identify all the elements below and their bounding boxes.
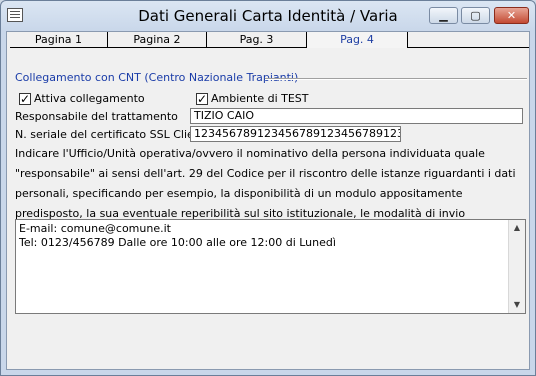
responsabile-label: Responsabile del trattamento <box>15 110 178 123</box>
checkmark-icon: ✓ <box>20 92 31 106</box>
main-window: Dati Generali Carta Identità / Varia ▁ ▢… <box>0 0 536 376</box>
minimize-button[interactable]: ▁ <box>429 7 458 24</box>
memo-line-email: E-mail: comune@comune.it <box>19 222 171 235</box>
attiva-collegamento-label: Attiva collegamento <box>34 92 145 105</box>
seriale-label: N. seriale del certificato SSL Client <box>15 128 206 141</box>
group-divider-highlight <box>265 79 527 80</box>
scroll-up-icon[interactable]: ▲ <box>509 220 525 236</box>
close-button[interactable]: ✕ <box>494 7 529 24</box>
group-title: Collegamento con CNT (Centro Nazionale T… <box>15 71 299 84</box>
seriale-input[interactable]: 1234567891234567891234567891234567891234… <box>190 126 401 142</box>
scroll-down-icon[interactable]: ▼ <box>509 297 525 313</box>
memo-line-phone: Tel: 0123/456789 Dalle ore 10:00 alle or… <box>19 236 336 249</box>
ambiente-test-label: Ambiente di TEST <box>211 92 309 105</box>
form-client-area: Pagina 1 Pagina 2 Pag. 3 Pag. 4 Collegam… <box>6 31 530 370</box>
tab-pagina-1[interactable]: Pagina 1 <box>10 32 108 48</box>
tab-pagina-2[interactable]: Pagina 2 <box>108 32 207 48</box>
tab-strip: Pagina 1 Pagina 2 Pag. 3 Pag. 4 <box>7 32 529 48</box>
maximize-icon: ▢ <box>470 9 481 22</box>
tab-pag-4[interactable]: Pag. 4 <box>307 32 408 48</box>
ambiente-test-checkbox[interactable]: ✓ <box>196 93 208 105</box>
responsabile-input[interactable]: TIZIO CAIO <box>190 108 523 124</box>
memo-content: E-mail: comune@comune.it Tel: 0123/456789… <box>19 222 336 250</box>
maximize-button[interactable]: ▢ <box>461 7 490 24</box>
attiva-collegamento-checkbox[interactable]: ✓ <box>19 93 31 105</box>
contact-memo-textarea[interactable]: E-mail: comune@comune.it Tel: 0123/456789… <box>15 219 526 314</box>
memo-vertical-scrollbar[interactable]: ▲ ▼ <box>508 220 525 313</box>
tab-pag-3[interactable]: Pag. 3 <box>207 32 307 48</box>
tab-divider <box>408 47 529 48</box>
checkmark-icon: ✓ <box>197 92 208 106</box>
close-icon: ✕ <box>506 9 517 22</box>
minimize-icon: ▁ <box>439 9 448 22</box>
title-bar[interactable]: Dati Generali Carta Identità / Varia ▁ ▢… <box>1 1 535 31</box>
